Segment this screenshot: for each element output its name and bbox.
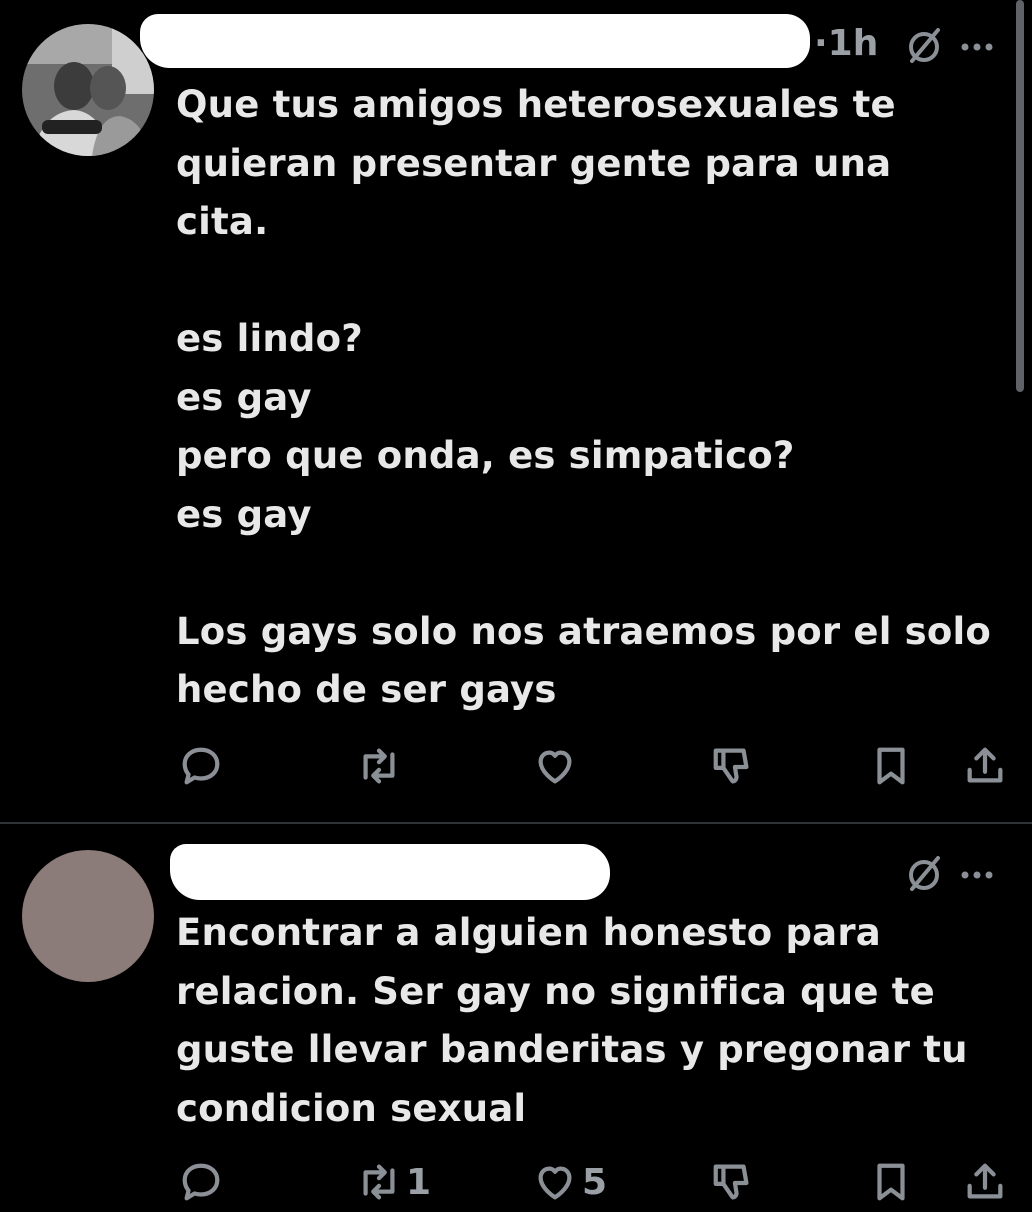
avatar[interactable] <box>22 24 154 156</box>
dislike-icon <box>713 1164 749 1200</box>
tweet-actions: 1 5 <box>0 1152 1032 1212</box>
bookmark-icon <box>877 747 905 785</box>
reply-button[interactable] <box>178 1152 228 1212</box>
reply-icon <box>182 1163 220 1201</box>
bookmark-icon <box>877 1163 905 1201</box>
like-icon <box>538 750 572 784</box>
tweet-actions <box>0 736 1032 796</box>
dislike-icon <box>713 748 749 784</box>
like-icon <box>538 1166 572 1200</box>
reply-icon <box>182 747 220 785</box>
grok-icon[interactable] <box>904 26 944 70</box>
more-icon[interactable] <box>960 38 994 57</box>
bookmark-button[interactable] <box>868 736 914 796</box>
like-button[interactable] <box>532 736 582 796</box>
retweet-count: 1 <box>406 1161 432 1203</box>
retweet-icon <box>363 1164 395 1200</box>
tweet[interactable]: ·1h Que tus amigos heterosexuales te qui… <box>0 0 1032 820</box>
dislike-button[interactable] <box>710 736 760 796</box>
redacted-username <box>140 14 810 68</box>
tweet-text: Que tus amigos heterosexuales te quieran… <box>176 83 992 711</box>
dislike-button[interactable] <box>710 1152 760 1212</box>
like-button[interactable]: 5 <box>532 1152 607 1212</box>
tweet[interactable]: Encontrar a alguien honesto para relacio… <box>0 824 1032 1203</box>
share-icon <box>967 1163 1003 1199</box>
bookmark-button[interactable] <box>868 1152 914 1212</box>
share-button[interactable] <box>962 1152 1008 1212</box>
redacted-username <box>170 844 610 900</box>
tweet-time: ·1h <box>814 23 879 64</box>
retweet-button[interactable] <box>356 736 406 796</box>
avatar[interactable] <box>22 850 154 982</box>
reply-button[interactable] <box>178 736 228 796</box>
grok-icon[interactable] <box>904 854 944 898</box>
retweet-button[interactable]: 1 <box>356 1152 431 1212</box>
tweet-text: Encontrar a alguien honesto para relacio… <box>176 911 968 1130</box>
like-count: 5 <box>582 1161 608 1203</box>
share-icon <box>967 747 1003 783</box>
retweet-icon <box>363 748 395 784</box>
share-button[interactable] <box>962 736 1008 796</box>
more-icon[interactable] <box>960 866 994 885</box>
